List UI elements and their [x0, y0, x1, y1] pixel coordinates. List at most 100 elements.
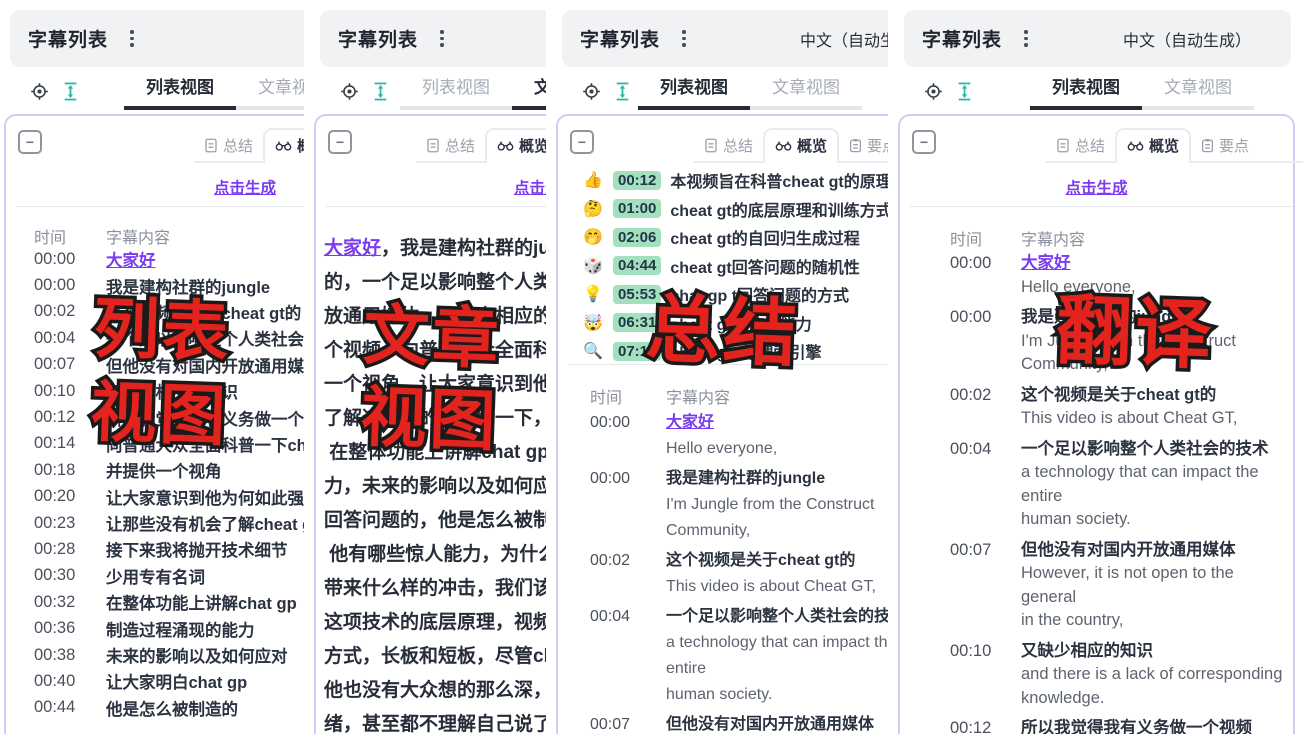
table-row[interactable]: 00:10 又缺少相应的知识 and there is a lack of co…: [950, 640, 1293, 711]
tab-article-view[interactable]: 文章视图: [512, 73, 546, 110]
kebab-menu-icon[interactable]: [440, 30, 444, 47]
tab-overview[interactable]: 概览: [485, 128, 546, 163]
table-row[interactable]: 00:38 未来的影响以及如何应对: [34, 642, 304, 668]
chapter-timestamp[interactable]: 01:00: [613, 199, 661, 218]
locate-icon[interactable]: [924, 82, 943, 101]
row-text-zh: 我是建构社群的jungle: [666, 466, 888, 492]
row-text-zh: 接下来我将抛开技术细节: [106, 537, 304, 561]
kebab-menu-icon[interactable]: [130, 30, 134, 47]
table-row[interactable]: 00:07 但他没有对国内开放通用媒体 However, it is not o…: [950, 539, 1293, 633]
chapter-item[interactable]: 🤔 01:00 cheat gt的底层原理和训练方式: [582, 195, 888, 224]
tab-overview[interactable]: 概览: [263, 128, 304, 163]
table-row[interactable]: 00:00 我是建构社群的jungle I'm Jungle from the …: [590, 466, 888, 544]
table-row[interactable]: 00:04 一个足以影响整个人类社会的技术 a technology that …: [950, 438, 1293, 532]
generate-summary-link[interactable]: 点击生成: [1065, 176, 1127, 198]
tab-article-view[interactable]: 文章视图: [1142, 73, 1254, 110]
minimize-button[interactable]: [912, 130, 936, 154]
panel-title: 字幕列表: [338, 25, 418, 52]
locate-icon[interactable]: [582, 82, 601, 101]
row-text-en: Hello everyone,: [666, 436, 888, 462]
tab-overview[interactable]: 概览: [763, 128, 839, 163]
tab-list-view[interactable]: 列表视图: [400, 73, 512, 110]
chapter-title: cheat gt的自回归生成过程: [670, 225, 859, 249]
chapter-timestamp[interactable]: 02:06: [613, 228, 661, 247]
tab-summary[interactable]: 总结: [1046, 130, 1115, 161]
subtitle-card: 总结 概览 要点 点击生成 时间 字幕内容 00:00 大家好 Hello ev…: [898, 114, 1295, 734]
chapter-item[interactable]: 🤭 02:06 cheat gt的自回归生成过程: [582, 223, 888, 252]
subtitle-link[interactable]: 大家好: [324, 238, 381, 259]
expand-vertical-icon[interactable]: [63, 82, 78, 101]
subtitle-language-label[interactable]: 中文（自动生成）: [1123, 27, 1251, 51]
expand-vertical-icon[interactable]: [957, 82, 972, 101]
row-time: 00:04: [590, 604, 666, 630]
expand-vertical-icon[interactable]: [615, 82, 630, 101]
row-text-zh: 大家好: [1021, 252, 1293, 276]
tab-article-view[interactable]: 文章视图: [750, 73, 862, 110]
generate-summary-link[interactable]: 点击生成: [214, 176, 276, 198]
table-row[interactable]: 00:18 并提供一个视角: [34, 457, 304, 483]
row-text-zh: 大家好: [666, 410, 888, 436]
table-row[interactable]: 00:00 大家好: [34, 246, 304, 272]
row-text-zh: 但他没有对国内开放通用媒体: [1021, 539, 1293, 563]
table-row[interactable]: 00:02 这个视频是关于cheat gt的 This video is abo…: [590, 548, 888, 600]
table-row[interactable]: 00:40 让大家明白chat gp: [34, 668, 304, 694]
kebab-menu-icon[interactable]: [682, 30, 686, 47]
tab-article-view[interactable]: 文章视图: [236, 73, 304, 110]
col-time: 时间: [590, 384, 666, 408]
tab-overview[interactable]: 概览: [1115, 128, 1191, 163]
table-row[interactable]: 00:32 在整体功能上讲解chat gp: [34, 589, 304, 615]
table-row[interactable]: 00:28 接下来我将抛开技术细节: [34, 536, 304, 562]
table-row[interactable]: 00:20 让大家意识到他为何如此强大: [34, 484, 304, 510]
generate-summary-link[interactable]: 点击生成: [514, 176, 546, 198]
table-row[interactable]: 00:07 但他没有对国内开放通用媒体 However, it is not o…: [590, 712, 888, 734]
row-time: 00:00: [590, 466, 666, 492]
chapter-emoji-icon: 🔍: [582, 341, 604, 361]
row-time: 00:40: [34, 672, 106, 691]
chapter-timestamp[interactable]: 04:44: [613, 256, 661, 275]
table-row[interactable]: 00:30 少用专有名词: [34, 563, 304, 589]
chapter-item[interactable]: 🎲 04:44 cheat gt回答问题的随机性: [582, 252, 888, 281]
article-line: 力，未来的影响以及如何应对，讲解他: [324, 470, 546, 504]
row-time: 00:04: [950, 438, 1021, 462]
chapter-item[interactable]: 👍 00:12 本视频旨在科普cheat gt的原理: [582, 166, 888, 195]
row-time: 00:28: [34, 540, 106, 559]
col-content: 字幕内容: [1021, 226, 1085, 250]
chapter-title: cheat gt回答问题的随机性: [670, 254, 859, 278]
subtitle-language-label[interactable]: 中文（自动生成）: [800, 27, 888, 51]
row-time: 00:36: [34, 619, 106, 638]
panel-header: 字幕列表: [320, 10, 546, 67]
expand-vertical-icon[interactable]: [373, 82, 388, 101]
table-row[interactable]: 00:12 所以我觉得我有义务做一个视频 So, I feel obligate…: [950, 717, 1293, 734]
row-time: 00:02: [590, 548, 666, 574]
tab-list-view[interactable]: 列表视图: [638, 73, 750, 110]
tab-summary[interactable]: 总结: [416, 130, 485, 161]
table-row[interactable]: 00:36 制造过程涌现的能力: [34, 615, 304, 641]
tab-keypoints[interactable]: 要点: [839, 130, 888, 161]
minimize-button[interactable]: [18, 130, 42, 154]
minimize-button[interactable]: [328, 130, 352, 154]
table-row[interactable]: 00:44 他是怎么被制造的: [34, 695, 304, 721]
minimize-button[interactable]: [570, 130, 594, 154]
chapter-emoji-icon: 🤯: [582, 313, 604, 333]
tab-summary[interactable]: 总结: [194, 130, 263, 161]
chapter-emoji-icon: 💡: [582, 284, 604, 304]
row-text-zh: 未来的影响以及如何应对: [106, 643, 304, 667]
table-row[interactable]: 00:02 这个视频是关于cheat gt的 This video is abo…: [950, 384, 1293, 431]
panel-title: 字幕列表: [580, 25, 660, 52]
col-time: 时间: [34, 224, 106, 248]
table-row[interactable]: 00:23 让那些没有机会了解cheat gpt的人: [34, 510, 304, 536]
tab-list-view[interactable]: 列表视图: [1030, 73, 1142, 110]
tab-list-view[interactable]: 列表视图: [124, 73, 236, 110]
subtitle-rows: 00:00 大家好 Hello everyone, 00:00 我是建构社群的j…: [558, 410, 888, 734]
row-time: 00:32: [34, 593, 106, 612]
tab-summary[interactable]: 总结: [694, 130, 763, 161]
chapter-emoji-icon: 🤔: [582, 199, 604, 219]
chapter-timestamp[interactable]: 00:12: [613, 171, 661, 190]
tab-keypoints[interactable]: 要点: [1191, 130, 1259, 161]
table-row[interactable]: 00:04 一个足以影响整个人类社会的技术 a technology that …: [590, 604, 888, 708]
table-row[interactable]: 00:00 大家好 Hello everyone,: [590, 410, 888, 462]
kebab-menu-icon[interactable]: [1024, 30, 1028, 47]
locate-icon[interactable]: [30, 82, 49, 101]
chapter-emoji-icon: 🤭: [582, 227, 604, 247]
locate-icon[interactable]: [340, 82, 359, 101]
